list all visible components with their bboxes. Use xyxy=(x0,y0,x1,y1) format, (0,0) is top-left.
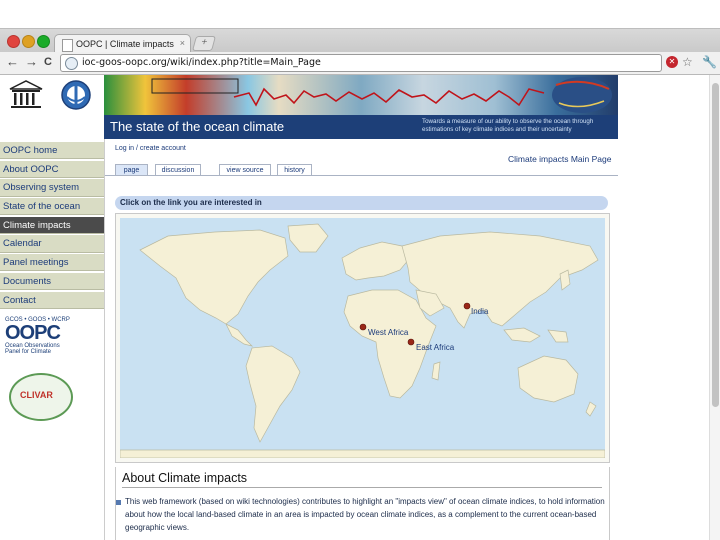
forward-button[interactable]: → xyxy=(25,54,38,70)
banner-image xyxy=(104,75,618,115)
login-link[interactable]: Log in / create account xyxy=(115,145,186,152)
india-marker[interactable] xyxy=(463,302,471,310)
ioc-logo[interactable] xyxy=(52,75,104,139)
sidebar-item-climate-impacts[interactable]: Climate impacts xyxy=(0,216,104,234)
back-button[interactable]: ← xyxy=(6,54,19,70)
globe-icon xyxy=(65,57,78,70)
world-map-graphic: India West Africa East Africa xyxy=(120,218,605,458)
browser-window: OOPC | Climate impacts × + ← → C ioc-goo… xyxy=(0,28,720,540)
east-africa-link[interactable]: East Africa xyxy=(416,343,455,352)
stop-icon[interactable]: ✕ xyxy=(666,56,678,68)
wrench-menu-icon[interactable]: 🔧 xyxy=(702,55,717,69)
url-text[interactable]: ioc-goos-oopc.org/wiki/index.php?title=M… xyxy=(82,57,321,68)
unesco-logo[interactable] xyxy=(0,75,53,139)
tab-title: OOPC | Climate impacts xyxy=(76,39,174,49)
sidebar-item-panel-meetings[interactable]: Panel meetings xyxy=(0,254,104,272)
about-heading-rule xyxy=(122,487,602,488)
header-bar: The state of the ocean climate Towards a… xyxy=(104,115,618,139)
sidebar-item-state-of-the-ocean[interactable]: State of the ocean xyxy=(0,198,104,216)
tab-divider xyxy=(105,175,618,176)
sidebar-item-contact[interactable]: Contact xyxy=(0,291,104,309)
web-page: The state of the ocean climate Towards a… xyxy=(0,75,709,540)
west-africa-link[interactable]: West Africa xyxy=(368,328,409,337)
sidebar-item-observing-system[interactable]: Observing system xyxy=(0,179,104,197)
reload-button[interactable]: C xyxy=(44,54,52,70)
sidebar-item-about-oopc[interactable]: About OOPC xyxy=(0,160,104,178)
about-text: This web framework (based on wiki techno… xyxy=(125,497,605,532)
sidebar-item-oopc-home[interactable]: OOPC home xyxy=(0,142,104,160)
site-title: The state of the ocean climate xyxy=(110,119,285,134)
close-window-button[interactable] xyxy=(7,35,20,48)
site-header: The state of the ocean climate Towards a… xyxy=(0,75,618,139)
page-favicon-icon xyxy=(62,39,73,52)
browser-toolbar: ← → C ioc-goos-oopc.org/wiki/index.php?t… xyxy=(0,52,720,75)
tab-strip: OOPC | Climate impacts × + xyxy=(0,28,720,54)
scrollbar-thumb[interactable] xyxy=(712,83,719,407)
tab-page[interactable]: page xyxy=(115,164,148,175)
address-bar[interactable]: ioc-goos-oopc.org/wiki/index.php?title=M… xyxy=(60,54,662,72)
oopc-logo[interactable]: GCOS • GOOS • WCRP OOPC Ocean Observatio… xyxy=(5,317,95,355)
instruction-bar: Click on the link you are interested in xyxy=(115,196,608,210)
tab-view-source[interactable]: view source xyxy=(219,164,271,175)
oopc-logo-text: OOPC xyxy=(5,322,61,344)
clivar-logo-text: CLIVAR xyxy=(20,390,53,400)
bullet-icon xyxy=(116,500,121,505)
oopc-logo-caption-2: Panel for Climate xyxy=(5,349,52,355)
site-subtitle: Towards a measure of our ability to obse… xyxy=(422,118,594,133)
about-heading: About Climate impacts xyxy=(122,471,248,485)
tab-close-icon[interactable]: × xyxy=(180,38,185,48)
sidebar-item-calendar[interactable]: Calendar xyxy=(0,235,104,253)
world-map[interactable]: India West Africa East Africa xyxy=(115,213,610,463)
new-tab-button[interactable]: + xyxy=(191,36,217,51)
minimize-window-button[interactable] xyxy=(22,35,35,48)
india-link[interactable]: India xyxy=(471,307,489,316)
clivar-logo[interactable]: CLIVAR xyxy=(9,373,73,421)
east-africa-marker[interactable] xyxy=(407,338,415,346)
sidebar-divider xyxy=(104,139,105,540)
west-africa-marker[interactable] xyxy=(359,323,367,331)
sidebar-nav: OOPC home About OOPC Observing system St… xyxy=(0,142,104,310)
page-title: Climate impacts Main Page xyxy=(508,154,612,164)
zoom-window-button[interactable] xyxy=(37,35,50,48)
tab-discussion[interactable]: discussion xyxy=(155,164,201,175)
vertical-scrollbar[interactable] xyxy=(709,75,720,540)
sidebar-item-documents[interactable]: Documents xyxy=(0,272,104,290)
tab-history[interactable]: history xyxy=(277,164,312,175)
browser-tab[interactable]: OOPC | Climate impacts × xyxy=(54,34,191,54)
bookmark-star-icon[interactable]: ☆ xyxy=(682,55,693,69)
